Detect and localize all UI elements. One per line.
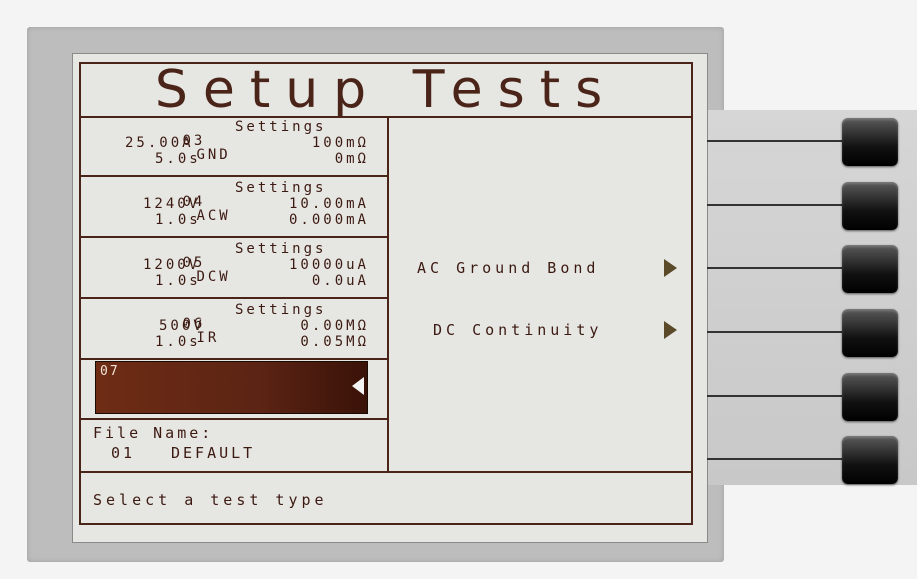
test-item-06[interactable]: 06 IR Settings 500V 0.00MΩ 1.0s 0.05MΩ	[81, 299, 387, 360]
softkey-button-1[interactable]	[842, 118, 898, 166]
limit-low: 0mΩ	[334, 151, 369, 167]
limit-high: 100mΩ	[311, 135, 369, 151]
softkey-line	[707, 395, 845, 397]
test-param1: 1240V	[143, 196, 201, 212]
test-param1: 500V	[159, 318, 205, 334]
limit-high: 10.00mA	[288, 196, 369, 212]
screen-frame: Setup Tests 03 GND Settings 25.00A 100mΩ…	[79, 62, 693, 525]
limit-high: 0.00MΩ	[300, 318, 369, 334]
test-param1: 1200V	[143, 257, 201, 273]
limit-low: 0.000mA	[288, 212, 369, 228]
test-item-04[interactable]: 04 ACW Settings 1240V 10.00mA 1.0s 0.000…	[81, 177, 387, 238]
settings-label: Settings	[235, 302, 327, 318]
selected-test-slot-07[interactable]: 07	[95, 361, 368, 414]
test-list: 03 GND Settings 25.00A 100mΩ 5.0s 0mΩ 04…	[81, 116, 389, 471]
limit-low: 0.05MΩ	[300, 334, 369, 350]
selection-arrow-icon	[352, 377, 364, 395]
softkey-button-3[interactable]	[842, 245, 898, 293]
test-param1: 25.00A	[125, 135, 194, 151]
menu-ac-ground-bond[interactable]: AC Ground Bond	[417, 259, 599, 277]
softkey-button-2[interactable]	[842, 182, 898, 230]
file-name-value: DEFAULT	[171, 444, 256, 462]
test-param2: 1.0s	[155, 212, 201, 228]
test-item-03[interactable]: 03 GND Settings 25.00A 100mΩ 5.0s 0mΩ	[81, 116, 387, 177]
test-type: GND	[196, 147, 231, 163]
test-param2: 5.0s	[155, 151, 201, 167]
menu-dc-continuity[interactable]: DC Continuity	[433, 321, 602, 339]
file-name-label: File Name:	[93, 424, 214, 442]
file-name-panel: File Name: 01 DEFAULT	[81, 418, 387, 473]
status-text: Select a test type	[93, 491, 328, 509]
page-title: Setup Tests	[81, 64, 691, 118]
file-number: 01	[111, 444, 136, 462]
test-param2: 1.0s	[155, 273, 201, 289]
softkey-button-6[interactable]	[842, 436, 898, 484]
test-param2: 1.0s	[155, 334, 201, 350]
softkey-button-5[interactable]	[842, 373, 898, 421]
settings-label: Settings	[235, 119, 327, 135]
settings-label: Settings	[235, 241, 327, 257]
softkey-line	[707, 331, 845, 333]
settings-label: Settings	[235, 180, 327, 196]
test-item-05[interactable]: 05 DCW Settings 1200V 10000uA 1.0s 0.0uA	[81, 238, 387, 299]
test-type: DCW	[196, 269, 231, 285]
status-bar: Select a test type	[81, 471, 691, 525]
menu-arrow-icon	[664, 259, 677, 277]
softkey-line	[707, 458, 845, 460]
softkey-panel	[700, 110, 917, 485]
limit-low: 0.0uA	[311, 273, 369, 289]
softkey-line	[707, 204, 845, 206]
test-type: ACW	[196, 208, 231, 224]
softkey-button-4[interactable]	[842, 309, 898, 357]
softkey-line	[707, 267, 845, 269]
menu-arrow-icon	[664, 321, 677, 339]
limit-high: 10000uA	[288, 257, 369, 273]
test-number: 07	[100, 364, 120, 379]
softkey-line	[707, 140, 845, 142]
